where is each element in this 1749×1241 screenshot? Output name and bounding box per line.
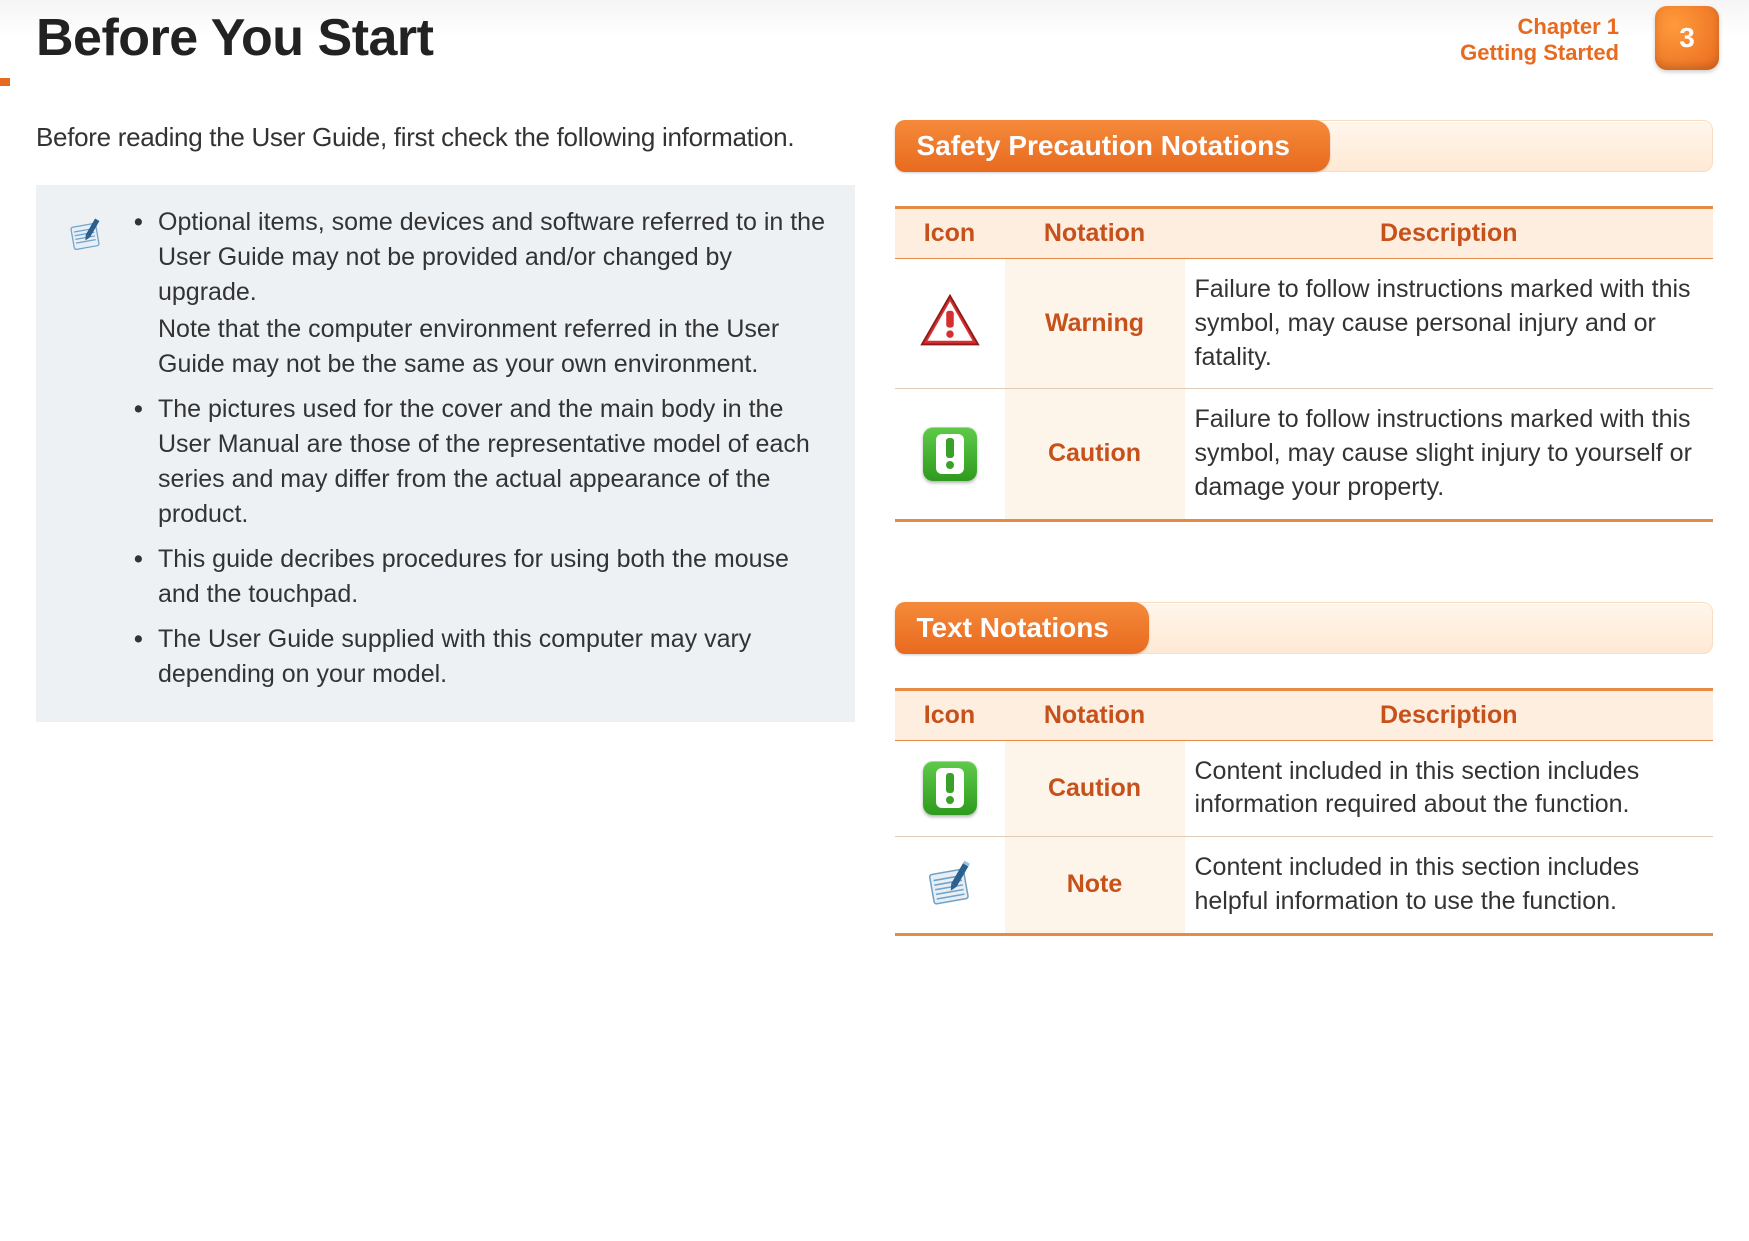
notation-description: Content included in this section include…	[1185, 837, 1714, 935]
th-notation: Notation	[1005, 208, 1185, 259]
list-item-text: Optional items, some devices and softwar…	[158, 208, 825, 306]
th-notation: Notation	[1005, 689, 1185, 740]
notation-description: Content included in this section include…	[1185, 740, 1714, 837]
list-item-text: This guide decribes procedures for using…	[158, 545, 789, 608]
left-column: Before reading the User Guide, first che…	[36, 120, 855, 936]
list-item: The User Guide supplied with this comput…	[130, 622, 827, 692]
notation-label: Warning	[1005, 259, 1185, 389]
page-number-badge: 3	[1655, 6, 1719, 70]
list-item-text-2: Note that the computer environment refer…	[158, 312, 827, 382]
section-header: Text Notations	[895, 602, 1714, 654]
text-notations-table: Icon Notation Description Caution Conte	[895, 688, 1714, 936]
notation-label: Note	[1005, 837, 1185, 935]
table-row: Caution Failure to follow instructions m…	[895, 389, 1714, 520]
list-item: The pictures used for the cover and the …	[130, 392, 827, 532]
list-item-text: The User Guide supplied with this comput…	[158, 625, 751, 688]
chapter-line-1: Chapter 1	[1460, 14, 1619, 40]
warning-icon	[920, 291, 980, 351]
right-column: Safety Precaution Notations Icon Notatio…	[895, 120, 1714, 936]
list-item: This guide decribes procedures for using…	[130, 542, 827, 612]
notation-description: Failure to follow instructions marked wi…	[1185, 259, 1714, 389]
table-row: Note Content included in this section in…	[895, 837, 1714, 935]
list-item: Optional items, some devices and softwar…	[130, 205, 827, 382]
section-title: Safety Precaution Notations	[895, 120, 1330, 172]
page-number: 3	[1679, 22, 1695, 54]
notation-description: Failure to follow instructions marked wi…	[1185, 389, 1714, 520]
safety-notations-table: Icon Notation Description	[895, 206, 1714, 522]
header-accent	[0, 78, 10, 86]
caution-icon	[920, 424, 980, 484]
th-description: Description	[1185, 208, 1714, 259]
caution-icon	[920, 758, 980, 818]
notation-label: Caution	[1005, 740, 1185, 837]
note-icon	[56, 205, 116, 702]
section-title: Text Notations	[895, 602, 1149, 654]
table-row: Caution Content included in this section…	[895, 740, 1714, 837]
info-box: Optional items, some devices and softwar…	[36, 185, 855, 722]
th-description: Description	[1185, 689, 1714, 740]
th-icon: Icon	[895, 689, 1005, 740]
note-icon	[920, 854, 980, 914]
info-bullet-list: Optional items, some devices and softwar…	[130, 205, 827, 702]
section-header: Safety Precaution Notations	[895, 120, 1714, 172]
list-item-text: The pictures used for the cover and the …	[158, 395, 810, 528]
intro-text: Before reading the User Guide, first che…	[36, 120, 855, 155]
chapter-label: Chapter 1 Getting Started	[1460, 14, 1619, 67]
notation-label: Caution	[1005, 389, 1185, 520]
chapter-line-2: Getting Started	[1460, 40, 1619, 66]
table-row: Warning Failure to follow instructions m…	[895, 259, 1714, 389]
page-title: Before You Start	[36, 8, 434, 68]
th-icon: Icon	[895, 208, 1005, 259]
